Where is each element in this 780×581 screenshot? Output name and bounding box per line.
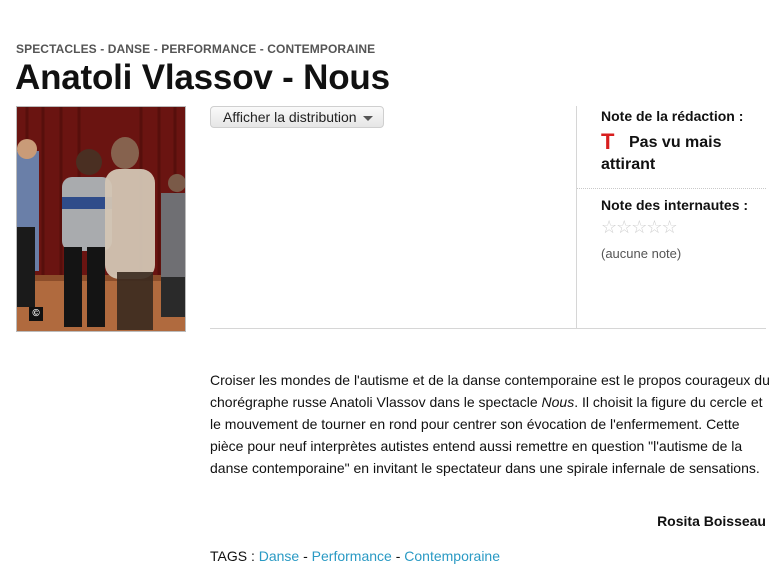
editor-verdict: T Pas vu mais attirant: [601, 129, 766, 176]
tag-separator: -: [391, 548, 405, 564]
chevron-down-icon: [362, 115, 373, 121]
show-photo[interactable]: ©: [16, 106, 186, 332]
editor-rating-label: Note de la rédaction :: [601, 108, 744, 124]
breadcrumb[interactable]: SPECTACLES - DANSE - PERFORMANCE - CONTE…: [16, 42, 375, 56]
dancers-photo-image: [17, 107, 185, 331]
users-rating-label: Note des internautes :: [601, 197, 749, 213]
show-distribution-label: Afficher la distribution: [223, 109, 357, 125]
tag-link-performance[interactable]: Performance: [312, 548, 392, 564]
rating-panel: Note de la rédaction : T Pas vu mais atti…: [576, 106, 766, 328]
show-distribution-button[interactable]: Afficher la distribution: [210, 106, 384, 128]
tag-link-danse[interactable]: Danse: [259, 548, 299, 564]
no-rating-text: (aucune note): [601, 246, 682, 261]
article-author: Rosita Boisseau: [657, 513, 766, 529]
users-rating: Note des internautes : ☆☆☆☆☆ (aucune not…: [577, 189, 766, 261]
tags-label: TAGS :: [210, 548, 259, 564]
tag-separator: -: [299, 548, 312, 564]
telerama-t-icon: T: [601, 129, 615, 154]
tags-row: TAGS : Danse - Performance - Contemporai…: [210, 548, 500, 564]
page-title: Anatoli Vlassov - Nous: [15, 58, 390, 97]
copyright-icon[interactable]: ©: [29, 307, 43, 321]
section-divider: [210, 328, 766, 329]
tag-link-contemporaine[interactable]: Contemporaine: [404, 548, 500, 564]
editor-rating: Note de la rédaction : T Pas vu mais atti…: [577, 106, 766, 176]
star-rating-input[interactable]: ☆☆☆☆☆: [601, 218, 766, 236]
article-work-title: Nous: [541, 394, 575, 410]
article-body: Croiser les mondes de l'autisme et de la…: [210, 369, 770, 479]
